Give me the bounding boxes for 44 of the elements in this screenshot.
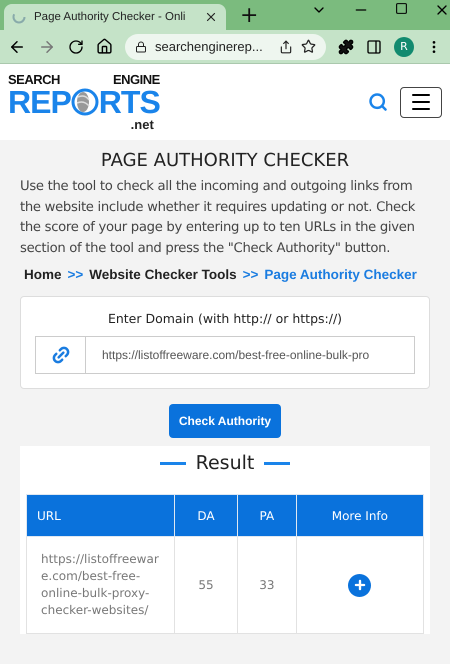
breadcrumb-link[interactable]: Page Authority Checker [264,267,417,282]
plus-icon [352,578,367,592]
profile-avatar[interactable]: R [394,36,414,56]
logo-text: RTS [98,86,160,118]
table-cell: 33 [237,536,296,634]
lock-icon [135,40,147,52]
side-panel-icon[interactable] [366,38,382,54]
maximize-icon[interactable] [395,2,408,15]
share-icon[interactable] [279,40,293,54]
breadcrumb-separator: >> [68,267,84,282]
description-text: Use the tool to check all the incoming and outgoing links from the website include whether it requires updating or not. Check the score of your page by entering up to ten URLs in the given section of the tool and press the "Check Authority" button. [20,178,416,258]
search-icon[interactable] [368,92,388,112]
new-tab-button[interactable]: + [240,3,258,28]
table-cell: 55 [174,536,238,634]
breadcrumb-separator: >> [242,267,258,282]
more-info-button[interactable] [348,574,372,596]
column-header: URL [26,494,174,536]
browser-tab[interactable]: Page Authority Checker - Onli [4,4,226,30]
logo-text: SEARCH [8,73,60,86]
breadcrumb-link[interactable]: Home [24,267,62,282]
reload-icon[interactable] [68,38,84,54]
field-label: Enter Domain (with http:// or https://) [108,311,342,326]
title-dash [264,462,290,464]
star-icon[interactable] [301,39,316,54]
column-header: PA [237,494,296,536]
address-text: searchenginerep... [155,39,264,54]
globe-icon [70,88,99,116]
logo-text: REP [8,86,71,118]
url-cell: https://listoffreeware.com/best-free-online-bulk-proxy-checker-websites/ [26,536,174,634]
address-bar[interactable]: searchenginerep... [125,34,326,60]
page-title: PAGE AUTHORITY CHECKER [100,150,350,171]
menu-button[interactable] [400,86,442,118]
column-header: DA [174,494,238,536]
check-authority-button[interactable]: Check Authority [168,404,282,438]
column-header: More Info [296,494,424,536]
extensions-icon[interactable] [338,38,354,54]
result-title: Result [196,452,254,474]
domain-field[interactable]: https://listoffreeware.com/best-free-online-bulk-pro [35,336,415,374]
title-dash [160,462,186,464]
close-icon[interactable] [204,10,218,24]
logo-text: ENGINE [112,73,160,86]
logo-text: .net [130,118,154,131]
breadcrumb-link[interactable]: Website Checker Tools [89,267,237,282]
home-icon[interactable] [96,38,113,55]
